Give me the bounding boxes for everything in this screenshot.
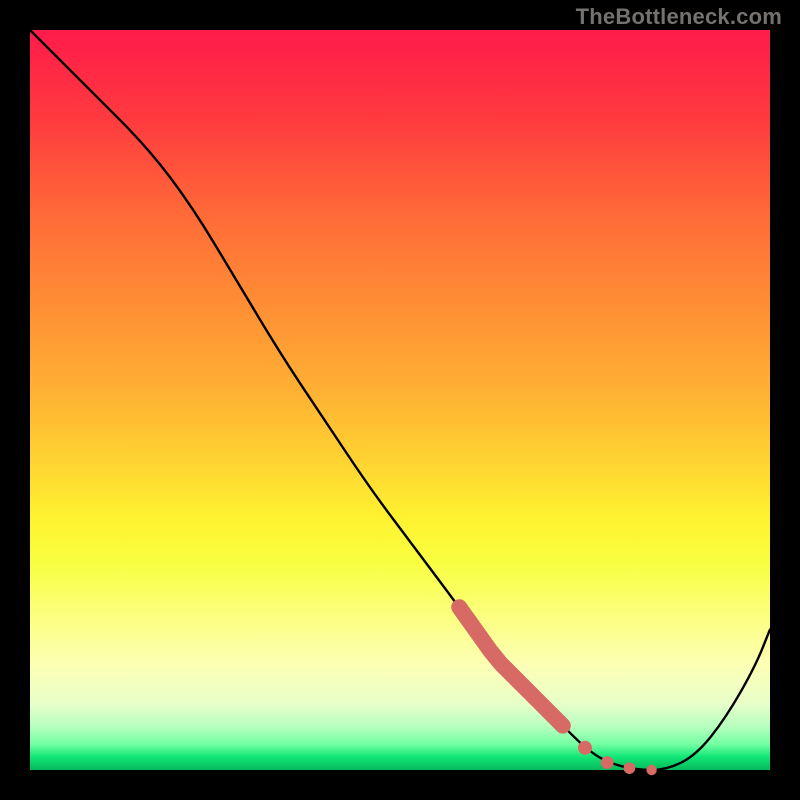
- optimal-segment: [459, 607, 563, 725]
- optimal-dot: [646, 765, 656, 775]
- plot-area: [30, 30, 770, 770]
- bottleneck-curve: [30, 30, 770, 770]
- optimal-dot: [601, 756, 614, 769]
- optimal-dot: [624, 762, 636, 774]
- optimal-dot: [578, 741, 592, 755]
- watermark-text: TheBottleneck.com: [576, 4, 782, 30]
- chart-overlay: [30, 30, 770, 770]
- chart-frame: TheBottleneck.com: [0, 0, 800, 800]
